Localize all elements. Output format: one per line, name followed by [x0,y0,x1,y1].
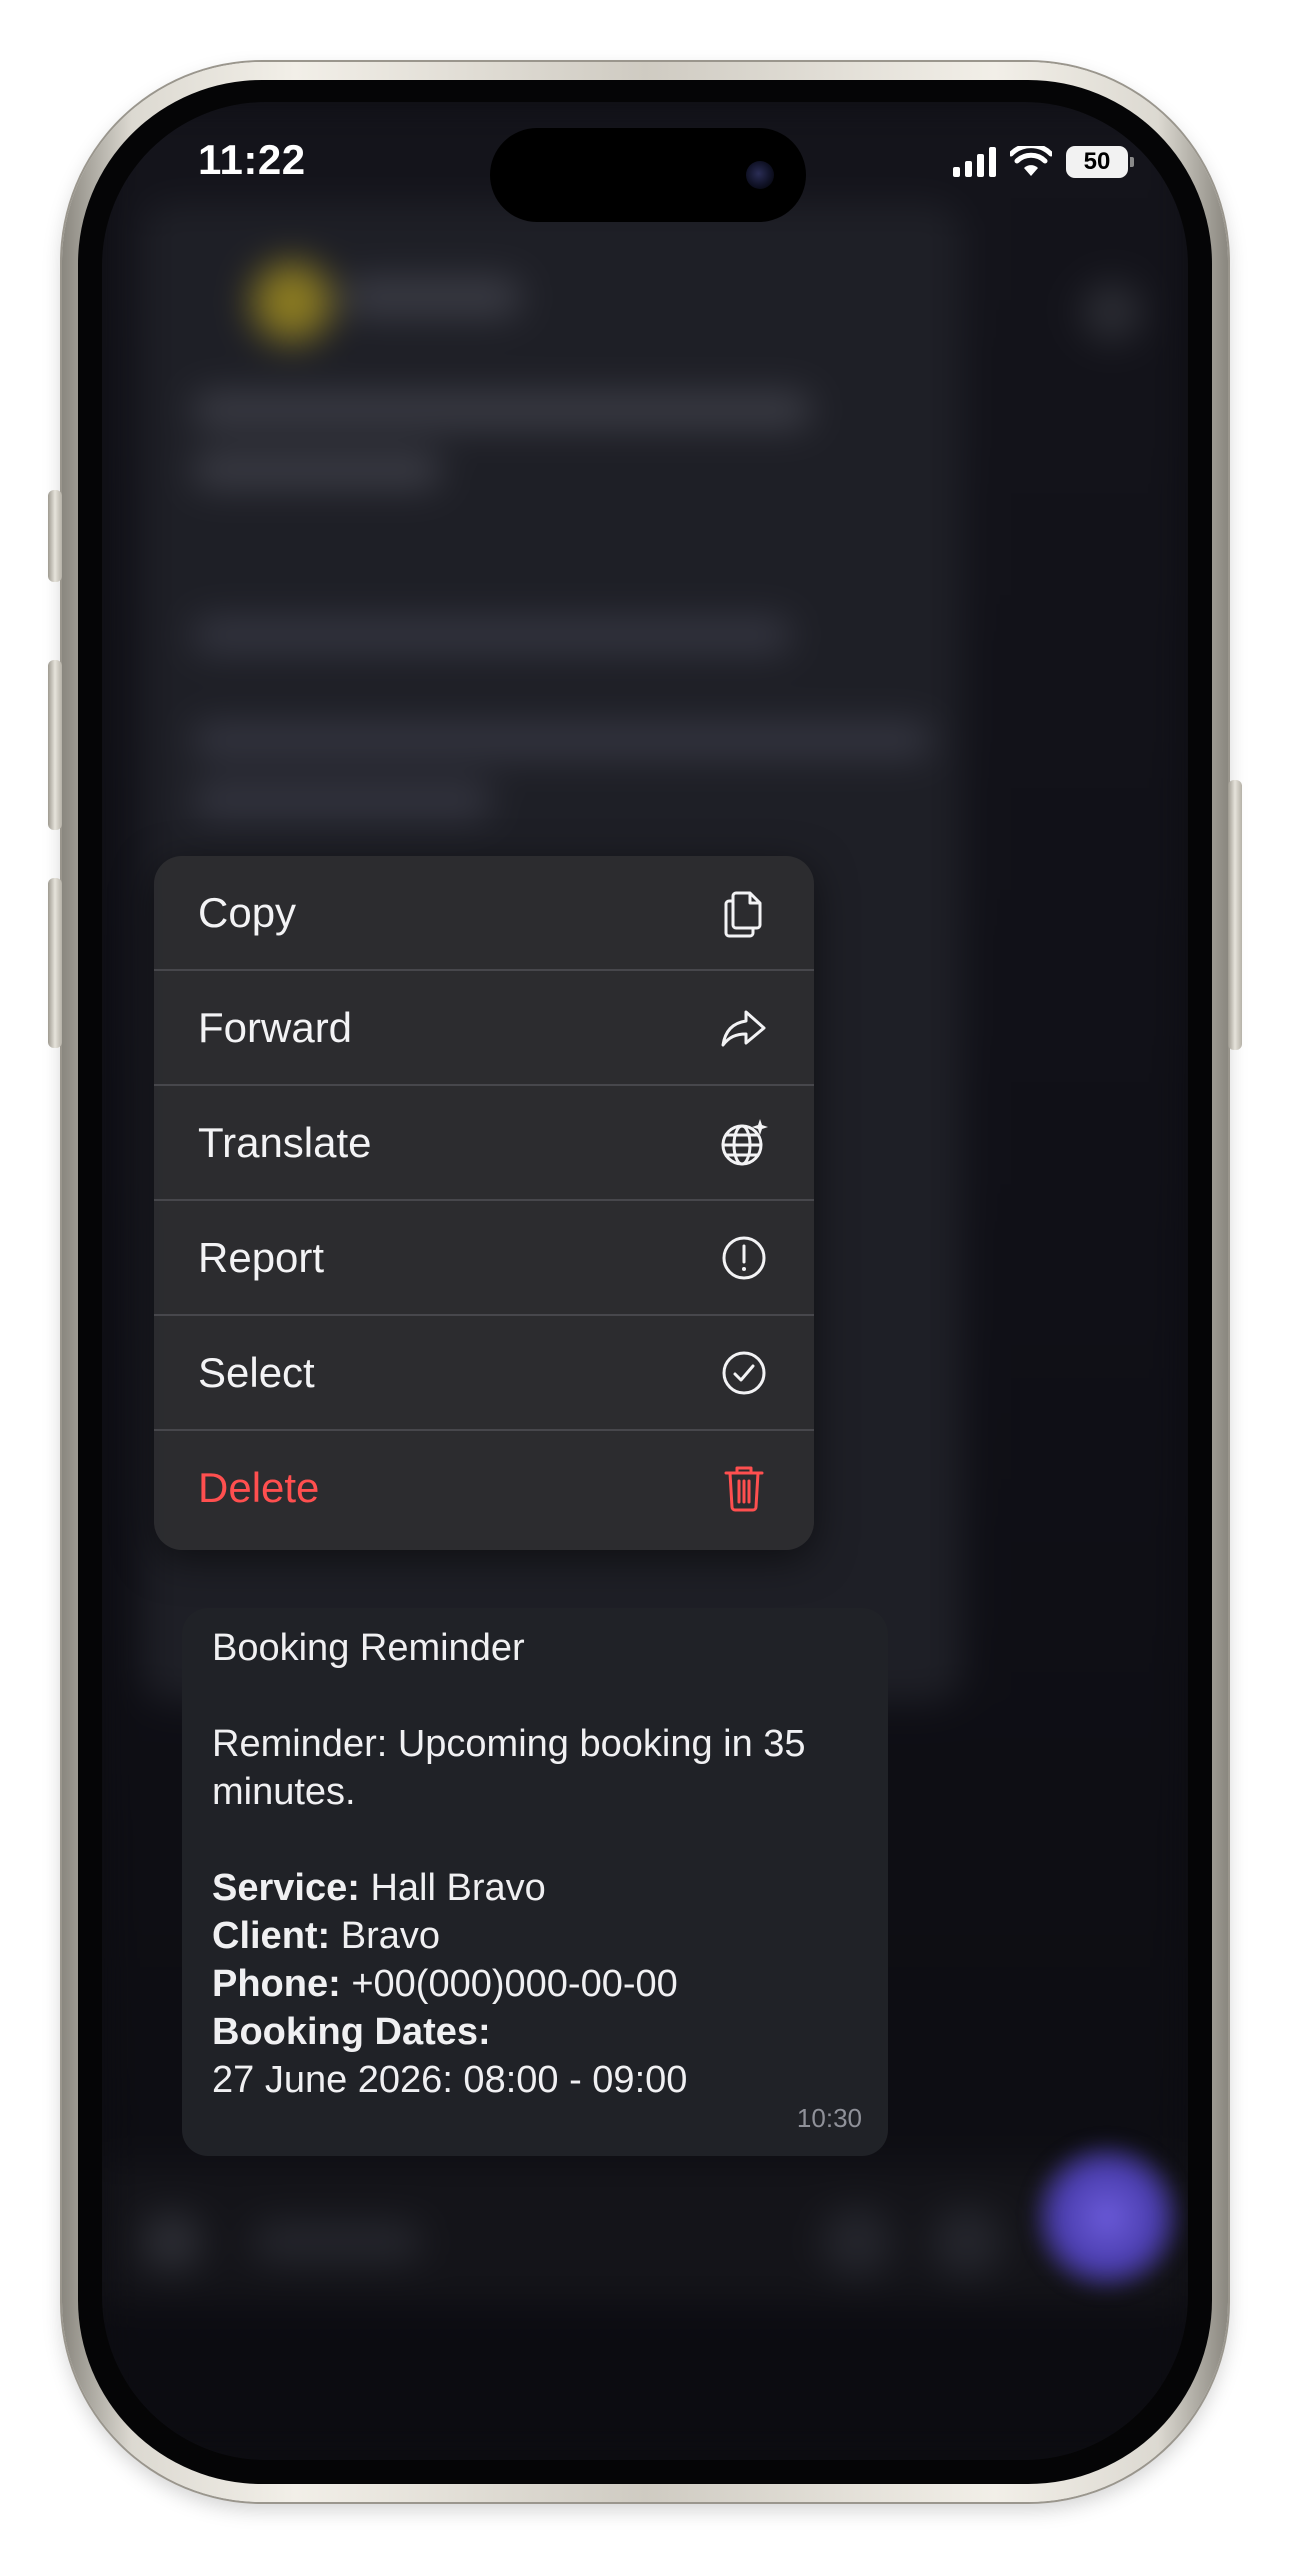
service-label: Service: [212,1867,360,1909]
message-body: Reminder: Upcoming booking in 35 minutes… [212,1723,806,1813]
camera-icon [746,161,774,189]
dynamic-island [490,128,806,222]
menu-item-label: Delete [198,1464,320,1511]
cellular-signal-icon [953,147,996,177]
menu-item-report[interactable]: Report [154,1201,814,1316]
copy-icon [718,887,770,939]
menu-item-translate[interactable]: Translate [154,1086,814,1201]
volume-up-button [48,660,62,830]
forward-icon [718,1002,770,1054]
dates-value: 27 June 2026: 08:00 - 09:00 [212,2059,688,2101]
select-checkmark-icon [718,1347,770,1399]
menu-item-label: Translate [198,1118,372,1166]
dates-line: Booking Dates: [212,2008,860,2056]
client-line: Client: Bravo [212,1912,860,1960]
message-context-menu: Copy Forward Translate Report Select Del… [154,856,814,1550]
message-bubble[interactable]: Booking Reminder Reminder: Upcoming book… [182,1608,888,2156]
power-button [1228,780,1242,1050]
menu-item-label: Report [198,1233,325,1281]
service-value: Hall Bravo [359,1867,546,1909]
phone-value: +00(000)000-00-00 [340,1963,678,2005]
menu-item-label: Select [198,1348,315,1396]
message-title: Booking Reminder [212,1627,525,1669]
record-button-glow [1032,2142,1182,2292]
menu-item-select[interactable]: Select [154,1316,814,1431]
action-button [48,490,62,582]
report-exclamation-icon [718,1232,770,1284]
menu-item-delete[interactable]: Delete [154,1431,814,1545]
volume-down-button [48,878,62,1048]
menu-item-label: Copy [198,888,297,936]
phone-line: Phone: +00(000)000-00-00 [212,1960,860,2008]
dates-label: Booking Dates: [212,2011,491,2053]
client-label: Client: [212,1915,331,1957]
battery-icon: 50 [1066,146,1134,178]
status-icons: 50 [953,142,1134,182]
trash-icon [718,1462,770,1514]
phone-label: Phone: [212,1963,341,2005]
screen: 11:22 50 Copy Forward Translate Report S… [102,102,1188,2460]
client-value: Bravo [330,1915,441,1957]
service-line: Service: Hall Bravo [212,1864,860,1912]
message-timestamp: 10:30 [796,2103,862,2133]
menu-item-label: Forward [198,1003,353,1051]
translate-globe-icon [718,1117,770,1169]
status-time: 11:22 [198,136,306,183]
wifi-icon [1010,146,1052,176]
menu-item-forward[interactable]: Forward [154,971,814,1086]
menu-item-copy[interactable]: Copy [154,856,814,971]
